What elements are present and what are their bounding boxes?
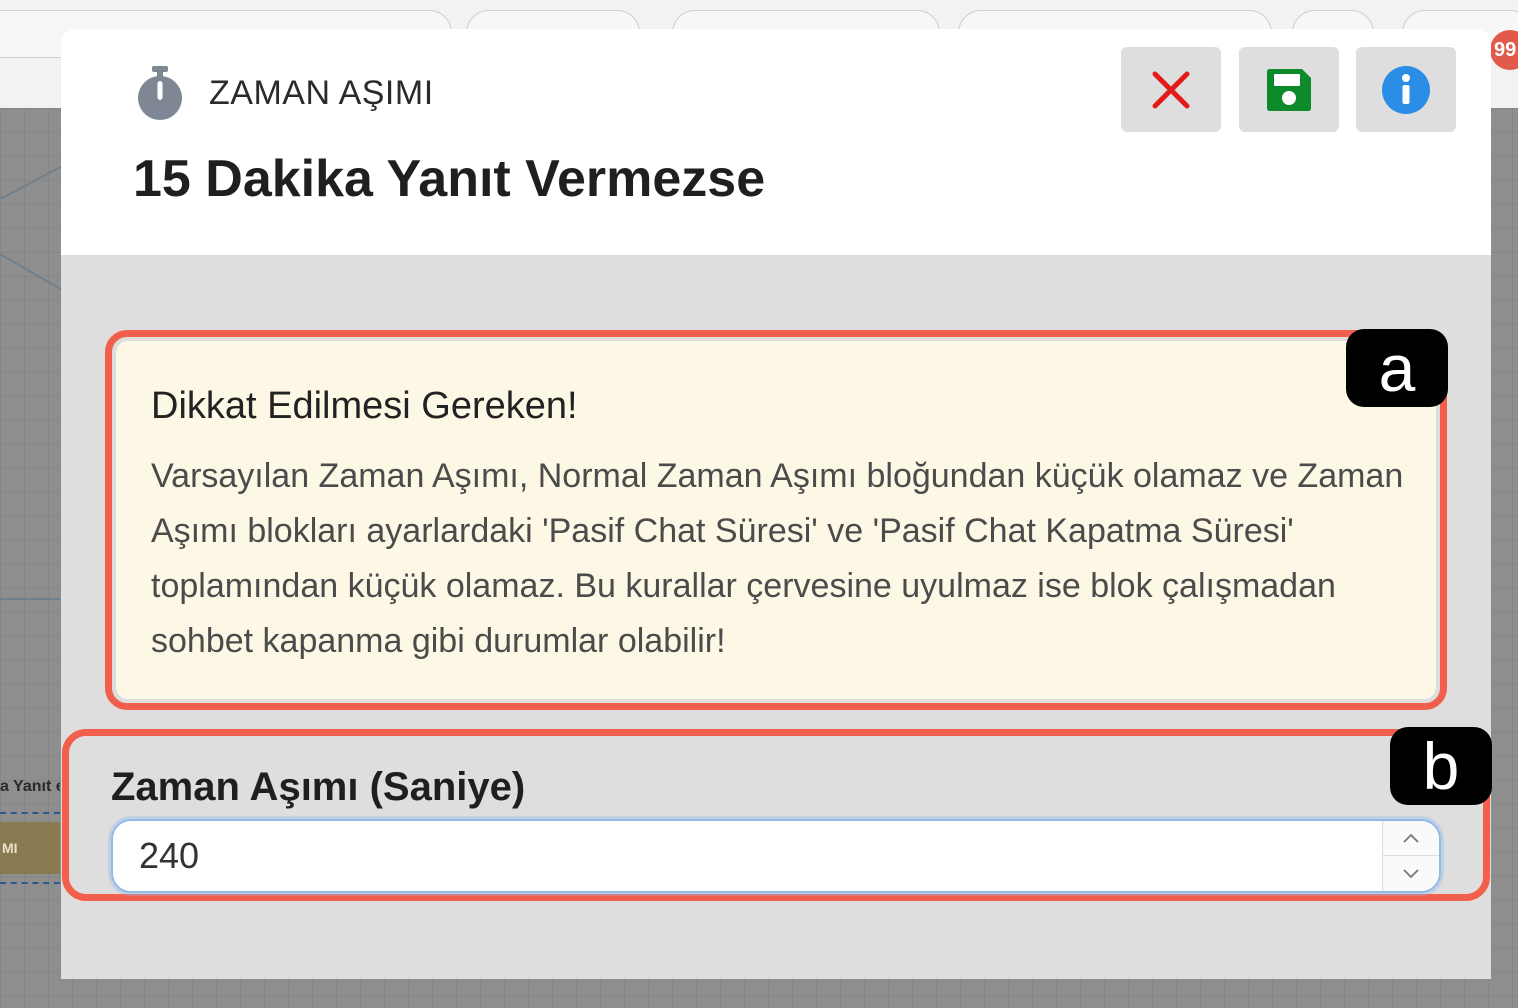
warning-text: Varsayılan Zaman Aşımı, Normal Zaman Aşı… — [151, 457, 1404, 660]
timeout-input-container — [111, 819, 1441, 893]
annotation-badge-a: a — [1346, 329, 1448, 407]
background-node-border — [0, 882, 60, 884]
close-button[interactable] — [1121, 47, 1221, 132]
warning-title: Dikkat Edilmesi Gereken! — [151, 385, 578, 427]
connector-line — [0, 598, 60, 600]
decrement-button[interactable] — [1383, 856, 1439, 891]
chevron-down-icon — [1403, 868, 1419, 878]
increment-button[interactable] — [1383, 821, 1439, 856]
background-node-label: a Yanıt ezse — [0, 778, 60, 795]
background-node-bar: MI — [0, 822, 60, 874]
block-type-row: ZAMAN AŞIMI — [135, 65, 434, 121]
annotation-badge-b: b — [1390, 727, 1492, 805]
chevron-up-icon — [1403, 833, 1419, 843]
close-icon — [1152, 71, 1190, 108]
timeout-seconds-input[interactable] — [113, 821, 1383, 891]
modal-header: ZAMAN AŞIMI 15 Dakika Yanıt Vermezse — [61, 29, 1491, 255]
floppy-disk-icon — [1267, 68, 1311, 111]
save-button[interactable] — [1239, 47, 1339, 132]
timeout-block-modal: ZAMAN AŞIMI 15 Dakika Yanıt Vermezse Dik… — [61, 29, 1491, 979]
info-button[interactable] — [1356, 47, 1456, 132]
background-node-border — [0, 812, 60, 814]
info-icon — [1382, 65, 1430, 114]
timeout-field-label: Zaman Aşımı (Saniye) — [111, 765, 526, 809]
modal-title: 15 Dakika Yanıt Vermezse — [133, 150, 766, 208]
block-type-label: ZAMAN AŞIMI — [209, 73, 434, 112]
number-stepper — [1382, 821, 1439, 891]
stopwatch-icon — [138, 66, 182, 120]
connector-line — [0, 253, 70, 295]
